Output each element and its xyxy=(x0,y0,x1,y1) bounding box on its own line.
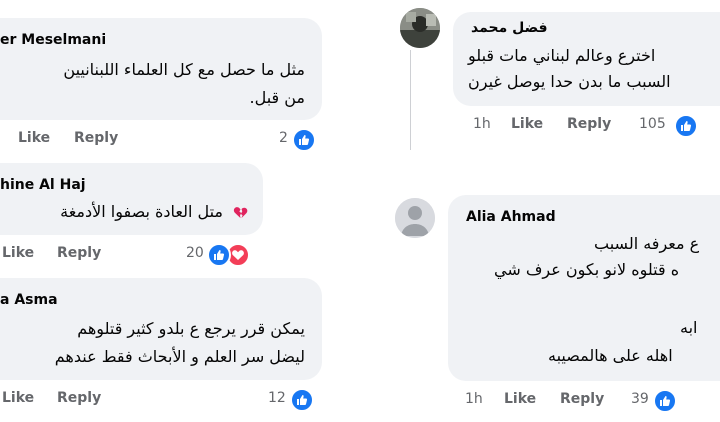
comment-text-line: مثل ما حصل مع كل العلماء اللبنانيين xyxy=(63,60,305,79)
comments-panel-right: فضل محمد اخترع وعالم لبناني مات قبلو الس… xyxy=(340,0,720,422)
reaction-count[interactable]: 105 xyxy=(639,116,666,132)
heart-icon xyxy=(232,250,244,260)
comment-bubble: Alia Ahmad ع معرفه السبب ه قتلوه لانو بك… xyxy=(448,195,720,381)
comments-panel-left: er Meselmani مثل ما حصل مع كل العلماء ال… xyxy=(0,0,340,422)
comment-text-line: من قبل. xyxy=(249,88,305,107)
comment-text-line: ه قتلوه لانو بكون عرف شي xyxy=(494,260,680,279)
comment-actions: 1h Like Reply 39 xyxy=(340,389,720,413)
like-reaction-icon[interactable] xyxy=(207,243,231,267)
comment-bubble: فضل محمد اخترع وعالم لبناني مات قبلو الس… xyxy=(453,12,720,106)
broken-heart-emoji xyxy=(233,207,248,219)
reply-button[interactable]: Reply xyxy=(74,130,118,146)
comment-text-line: السبب ما بدن حدا يوصل غيرن xyxy=(468,72,671,91)
reaction-count[interactable]: 20 xyxy=(186,245,204,261)
comment-author[interactable]: Alia Ahmad xyxy=(466,209,556,225)
comment-actions: 1h Like Reply 105 xyxy=(340,114,720,138)
comment-author[interactable]: a Asma xyxy=(0,292,58,308)
reply-button[interactable]: Reply xyxy=(567,116,611,132)
comment-actions: Like Reply 20 xyxy=(0,243,340,267)
profile-photo xyxy=(400,8,440,48)
comment-bubble: a Asma يمكن قرر يرجع ع بلدو كثير قتلوهم … xyxy=(0,278,322,380)
thumbs-up-icon xyxy=(660,396,671,406)
comment-bubble: hine Al Haj متل العادة بصفوا الأدمغة xyxy=(0,163,263,235)
reaction-count[interactable]: 12 xyxy=(268,390,286,406)
comment-text-line: ليضل سر العلم و الأبحاث فقط عندهم xyxy=(54,347,305,366)
thumbs-up-icon xyxy=(214,250,225,260)
avatar[interactable] xyxy=(400,8,440,48)
comment-actions: Like Reply 12 xyxy=(0,388,340,412)
comment-text-line: اخترع وعالم لبناني مات قبلو xyxy=(468,46,656,65)
comment-text-line: متل العادة بصفوا الأدمغة xyxy=(60,202,223,221)
thumbs-up-icon xyxy=(681,121,692,131)
comment-text-line: اهله على هالمصيبه xyxy=(548,346,673,365)
comment-text-line: يمكن قرر يرجع ع بلدو كثير قتلوهم xyxy=(77,319,305,338)
reply-button[interactable]: Reply xyxy=(57,390,101,406)
like-reaction-icon[interactable] xyxy=(653,389,677,413)
like-reaction-icon[interactable] xyxy=(290,388,314,412)
comment-author[interactable]: فضل محمد xyxy=(471,20,548,36)
comment-author[interactable]: er Meselmani xyxy=(0,32,106,48)
comment-time[interactable]: 1h xyxy=(465,391,483,407)
like-button[interactable]: Like xyxy=(18,130,50,146)
like-button[interactable]: Like xyxy=(504,391,536,407)
like-reaction-icon[interactable] xyxy=(674,114,698,138)
reaction-count[interactable]: 2 xyxy=(279,130,288,146)
avatar[interactable] xyxy=(395,198,435,238)
like-button[interactable]: Like xyxy=(2,390,34,406)
thumbs-up-icon xyxy=(297,395,308,405)
like-button[interactable]: Like xyxy=(2,245,34,261)
comment-bubble: er Meselmani مثل ما حصل مع كل العلماء ال… xyxy=(0,18,322,120)
reply-button[interactable]: Reply xyxy=(57,245,101,261)
reply-button[interactable]: Reply xyxy=(560,391,604,407)
comment-text-line: ابه xyxy=(680,318,698,337)
reaction-count[interactable]: 39 xyxy=(631,391,649,407)
thumbs-up-icon xyxy=(299,135,310,145)
like-button[interactable]: Like xyxy=(511,116,543,132)
default-avatar-icon xyxy=(395,198,435,238)
comment-time[interactable]: 1h xyxy=(473,116,491,132)
like-reaction-icon[interactable] xyxy=(292,128,316,152)
comment-actions: Like Reply 2 xyxy=(0,128,340,152)
comment-text-line: ع معرفه السبب xyxy=(594,234,700,253)
comment-author[interactable]: hine Al Haj xyxy=(0,177,86,193)
